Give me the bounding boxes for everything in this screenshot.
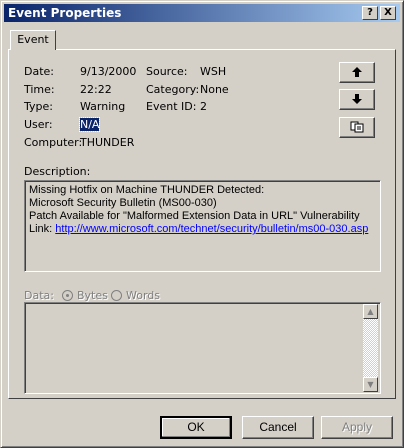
description-box[interactable]: Missing Hotfix on Machine THUNDER Detect…	[24, 180, 381, 272]
words-radio[interactable]	[111, 290, 122, 301]
next-event-button[interactable]	[339, 89, 375, 110]
date-label: Date:	[24, 65, 54, 78]
description-text: Missing Hotfix on Machine THUNDER Detect…	[29, 184, 368, 236]
description-line: Missing Hotfix on Machine THUNDER Detect…	[29, 184, 265, 196]
words-label: Words	[126, 289, 161, 302]
help-button[interactable]: ?	[362, 6, 378, 20]
eventid-label: Event ID:	[146, 100, 197, 113]
down-arrow-icon	[352, 94, 362, 104]
data-scrollbar[interactable]: ▲ ▼	[363, 304, 378, 392]
category-value: None	[200, 83, 229, 96]
link-prefix: Link:	[29, 223, 56, 235]
cancel-button[interactable]: Cancel	[242, 416, 314, 439]
time-label: Time:	[24, 83, 55, 96]
copy-icon	[350, 121, 364, 133]
copy-button[interactable]	[339, 117, 375, 138]
user-label: User:	[24, 118, 53, 131]
description-label: Description:	[24, 165, 91, 178]
computer-label: Computer:	[24, 136, 83, 149]
title-bar[interactable]: Event Properties ? X	[4, 4, 400, 22]
data-box[interactable]	[24, 302, 381, 394]
tab-event[interactable]: Event	[10, 30, 56, 50]
time-value: 22:22	[80, 83, 112, 96]
description-link-line: Link: http://www.microsoft.com/technet/s…	[29, 223, 368, 236]
bulletin-link[interactable]: http://www.microsoft.com/technet/securit…	[55, 223, 368, 235]
type-value: Warning	[80, 100, 126, 113]
date-value: 9/13/2000	[80, 65, 137, 78]
event-properties-window: Event Properties ? X Event Date: 9/13/20…	[0, 0, 404, 448]
user-value[interactable]: N/A	[78, 117, 101, 132]
scroll-down-arrow-icon[interactable]: ▼	[363, 377, 378, 392]
close-button[interactable]: X	[380, 6, 396, 20]
source-value: WSH	[200, 65, 227, 78]
description-line: Patch Available for "Malformed Extension…	[29, 210, 360, 222]
data-label: Data:	[24, 289, 54, 302]
type-label: Type:	[24, 100, 53, 113]
source-label: Source:	[146, 65, 188, 78]
description-line: Microsoft Security Bulletin (MS00-030)	[29, 197, 217, 209]
bytes-radio[interactable]	[62, 290, 73, 301]
bytes-label: Bytes	[77, 289, 108, 302]
window-title: Event Properties	[8, 6, 122, 20]
scroll-up-arrow-icon[interactable]: ▲	[363, 304, 378, 319]
apply-button[interactable]: Apply	[321, 416, 393, 439]
up-arrow-icon	[352, 67, 362, 77]
ok-button[interactable]: OK	[160, 416, 232, 439]
previous-event-button[interactable]	[339, 62, 375, 83]
eventid-value: 2	[200, 100, 207, 113]
category-label: Category:	[146, 83, 200, 96]
computer-value: THUNDER	[80, 136, 135, 149]
